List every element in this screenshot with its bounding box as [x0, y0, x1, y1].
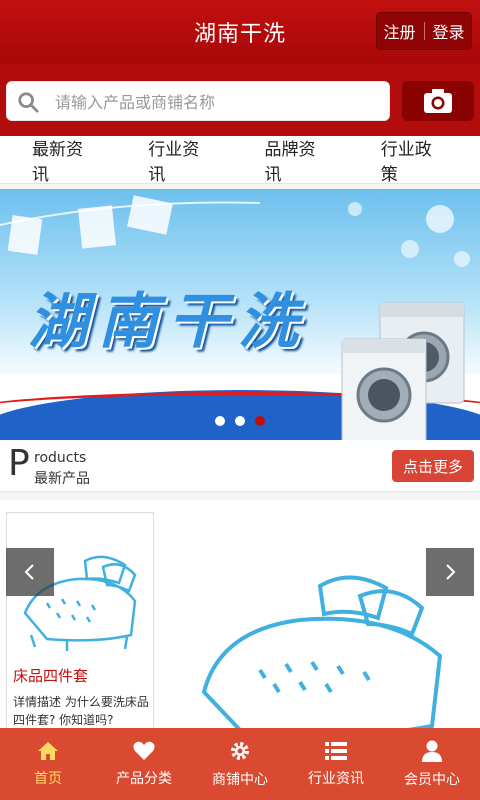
carousel-dot[interactable] [235, 416, 245, 426]
carousel-dot-active[interactable] [255, 416, 265, 426]
tab-member-center-label: 会员中心 [404, 772, 460, 788]
products-chinese-title: 最新产品 [34, 471, 90, 487]
carousel-indicator [0, 416, 480, 426]
app-screen: 湖南干洗 注册 登录 最新资讯 行业资讯 品牌资讯 [0, 0, 480, 800]
chevron-left-icon [24, 564, 34, 580]
camera-button[interactable] [402, 81, 474, 121]
banner-headline: 湖南干洗 [28, 287, 308, 357]
more-products-button[interactable]: 点击更多 [392, 450, 474, 482]
bottom-tab-bar: 首页 产品分类 商铺中心 行业资讯 会员中心 [0, 728, 480, 800]
tab-categories[interactable]: 产品分类 [96, 728, 192, 800]
home-icon [38, 742, 58, 760]
camera-icon [424, 89, 452, 113]
product-name: 床品四件套 [13, 667, 89, 685]
banner-carousel[interactable]: 湖南干洗 [0, 189, 480, 440]
nav-industry-policy[interactable]: 行业政策 [381, 135, 447, 185]
heart-icon [133, 741, 155, 760]
nav-industry-news[interactable]: 行业资讯 [148, 135, 214, 185]
product-description: 详情描述 为什么要洗床品四件套? 你知道吗? [13, 695, 149, 727]
products-initial: P [8, 443, 30, 484]
search-input[interactable] [55, 86, 375, 118]
tab-shops[interactable]: 商铺中心 [192, 728, 288, 800]
tab-industry-news[interactable]: 行业资讯 [288, 728, 384, 800]
register-link[interactable]: 注册 [383, 19, 415, 43]
top-header: 湖南干洗 注册 登录 [0, 0, 480, 64]
tab-categories-label: 产品分类 [116, 771, 172, 787]
tab-home-label: 首页 [34, 771, 62, 787]
auth-divider [423, 22, 425, 40]
news-nav: 最新资讯 行业资讯 品牌资讯 行业政策 [0, 135, 480, 185]
featured-bedding-image [201, 575, 443, 728]
tab-shops-label: 商铺中心 [212, 772, 268, 788]
slider-prev-button[interactable] [6, 548, 54, 596]
auth-box: 注册 登录 [376, 12, 472, 50]
list-icon [325, 742, 347, 760]
products-english-title: roducts [34, 450, 87, 466]
products-section-header: P roducts 最新产品 点击更多 [0, 440, 480, 492]
nav-brand-news[interactable]: 品牌资讯 [265, 135, 331, 185]
product-card[interactable]: 床品四件套 详情描述 为什么要洗床品四件套? 你知道吗? [6, 512, 154, 728]
search-bar [0, 64, 480, 136]
products-slider: 床品四件套 详情描述 为什么要洗床品四件套? 你知道吗? [0, 500, 480, 728]
laundry-line-decoration [0, 195, 470, 267]
slider-next-button[interactable] [426, 548, 474, 596]
login-link[interactable]: 登录 [433, 19, 465, 43]
chevron-right-icon [446, 564, 456, 580]
user-icon [422, 740, 442, 762]
tab-home[interactable]: 首页 [0, 728, 96, 800]
search-box [6, 81, 390, 121]
gear-icon [231, 742, 249, 760]
carousel-dot[interactable] [215, 416, 225, 426]
nav-latest-news[interactable]: 最新资讯 [32, 135, 98, 185]
tab-industry-news-label: 行业资讯 [308, 771, 364, 787]
tab-member-center[interactable]: 会员中心 [384, 728, 480, 800]
search-icon [18, 92, 39, 113]
